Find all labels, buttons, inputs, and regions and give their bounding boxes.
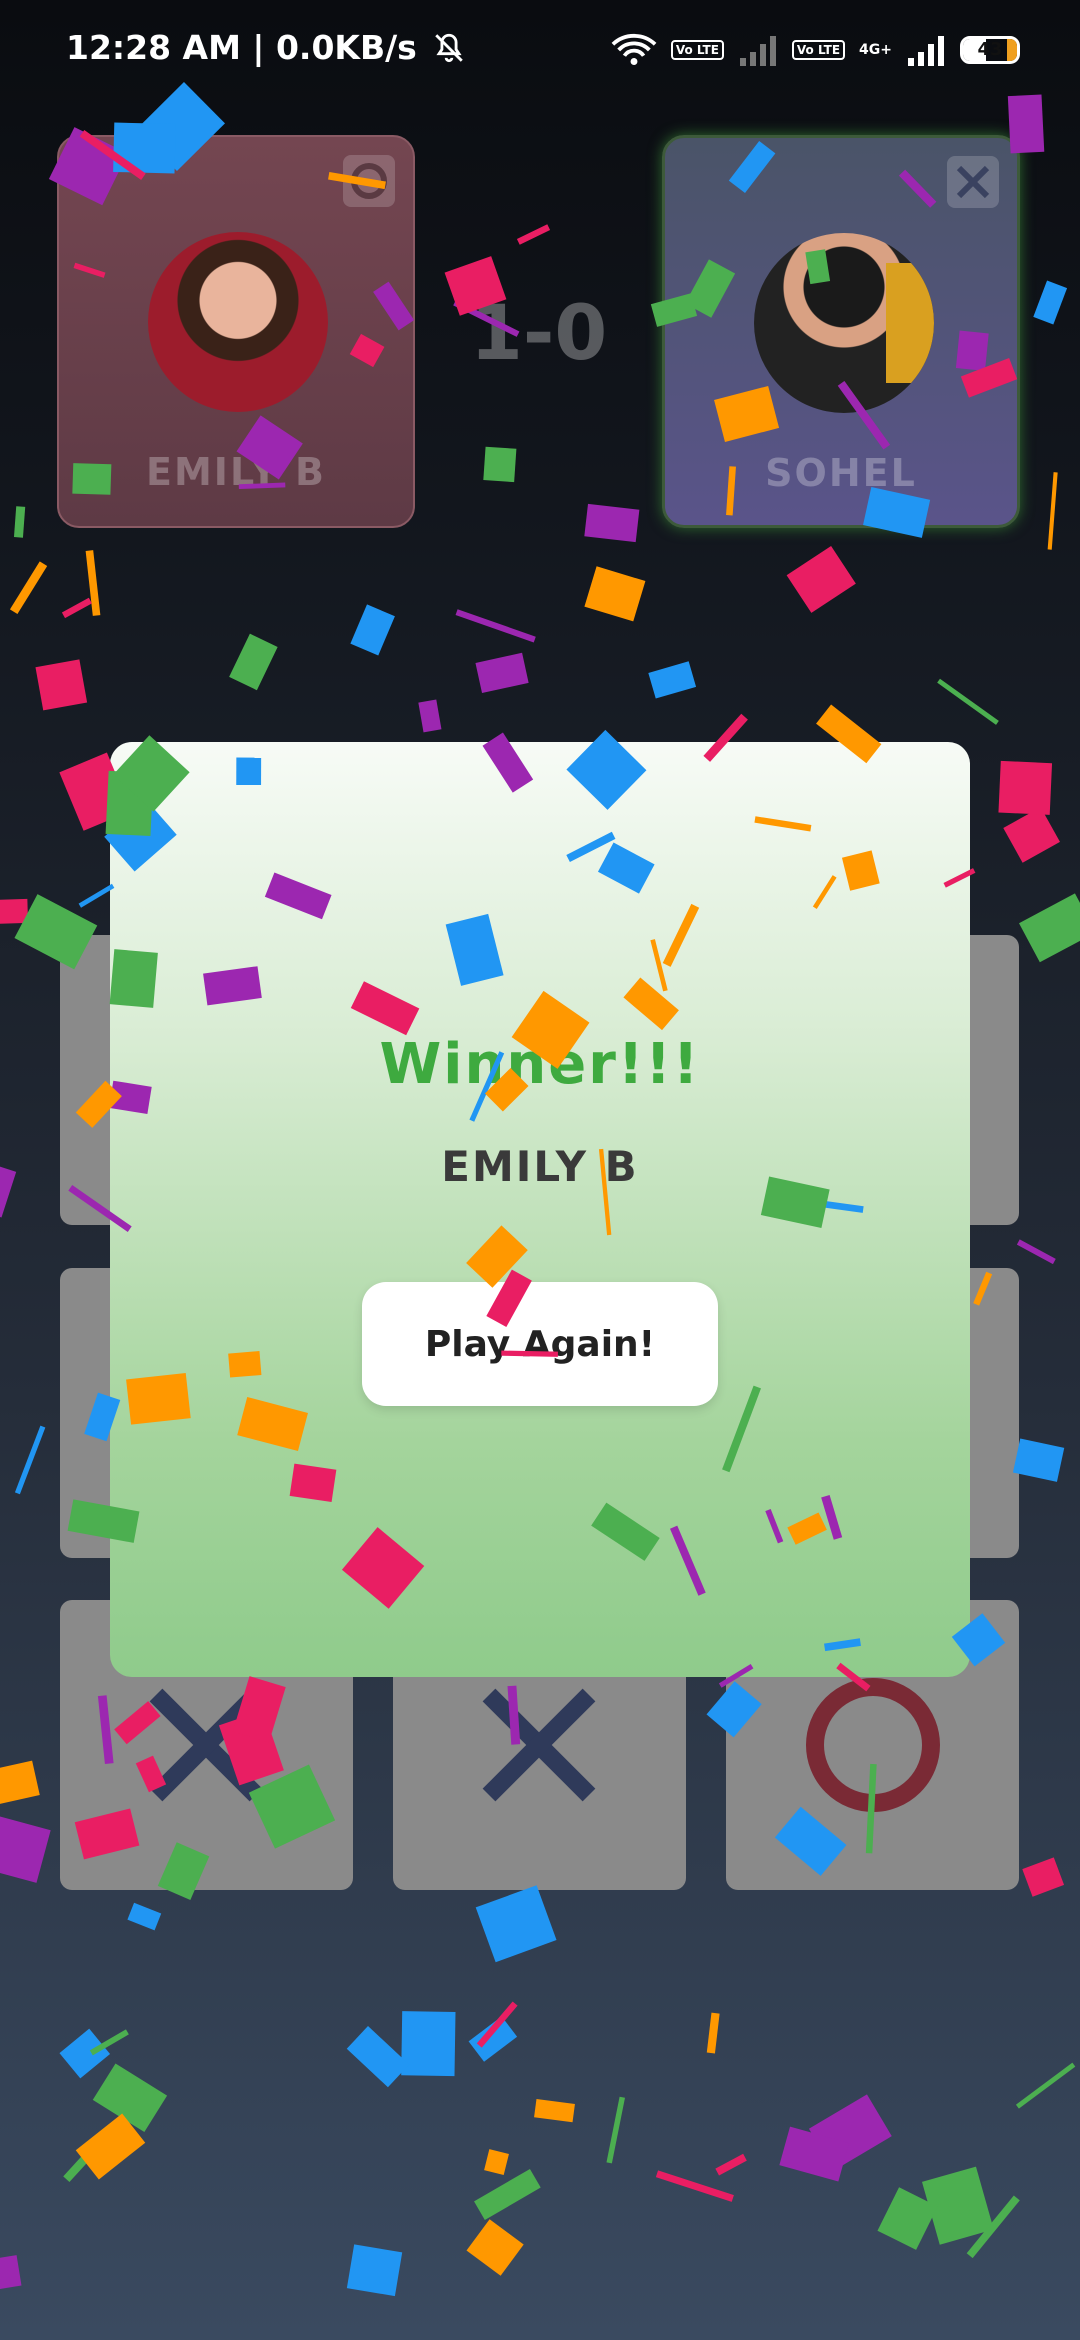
- confetti-piece: [475, 652, 529, 694]
- confetti-piece: [706, 2012, 720, 2054]
- confetti-piece: [648, 661, 697, 699]
- confetti-piece: [1016, 1239, 1056, 1265]
- battery-icon: 43: [960, 36, 1020, 64]
- wifi-icon: [611, 34, 657, 65]
- confetti-piece: [584, 503, 640, 543]
- confetti-piece: [63, 2133, 109, 2182]
- battery-level: 43: [977, 39, 1003, 60]
- confetti-piece: [606, 2096, 625, 2164]
- play-again-button[interactable]: Play Again!: [362, 1282, 718, 1406]
- status-time: 12:28 AM | 0.0KB/s: [66, 28, 466, 67]
- confetti-piece: [1019, 893, 1080, 963]
- status-time-text: 12:28 AM | 0.0KB/s: [66, 28, 417, 67]
- confetti-piece: [484, 2149, 509, 2176]
- confetti-piece: [0, 1760, 40, 1807]
- confetti-piece: [418, 699, 442, 733]
- winner-title: Winner!!!: [379, 1032, 701, 1097]
- confetti-piece: [85, 550, 101, 616]
- confetti-piece: [1047, 472, 1058, 550]
- player-card-2: SOHEL: [662, 135, 1020, 528]
- confetti-piece: [59, 2028, 111, 2079]
- avatar: [148, 232, 328, 412]
- volte-icon: Vo LTE: [670, 40, 724, 60]
- confetti-piece: [1015, 2062, 1076, 2109]
- player-card-1: EMILY B: [57, 135, 415, 528]
- confetti-piece: [0, 2255, 22, 2291]
- confetti-piece: [475, 1885, 557, 1963]
- confetti-piece: [0, 1816, 51, 1883]
- confetti-piece: [127, 1902, 162, 1931]
- avatar: [754, 233, 934, 413]
- confetti-piece: [584, 566, 646, 622]
- status-bar: 12:28 AM | 0.0KB/s Vo LTE Vo LTE 4G+ 43: [0, 0, 1080, 100]
- confetti-piece: [468, 2016, 518, 2062]
- confetti-piece: [808, 2094, 892, 2171]
- confetti-piece: [346, 2244, 403, 2297]
- confetti-piece: [786, 545, 856, 613]
- confetti-piece: [455, 609, 536, 643]
- confetti-piece: [534, 2098, 575, 2123]
- confetti-piece: [0, 1166, 17, 1218]
- confetti-piece: [78, 883, 115, 908]
- confetti-piece: [401, 2011, 456, 2077]
- confetti-piece: [35, 659, 88, 711]
- mute-icon: [435, 33, 464, 63]
- signal-4g-icon: [908, 36, 944, 66]
- confetti-piece: [75, 2113, 146, 2180]
- confetti-piece: [350, 604, 395, 656]
- player-name-2: SOHEL: [765, 451, 917, 495]
- confetti-piece: [966, 2195, 1020, 2259]
- o-mark-icon: [343, 155, 395, 207]
- confetti-piece: [779, 2126, 850, 2182]
- x-mark-icon: [947, 156, 999, 208]
- confetti-piece: [1003, 807, 1060, 863]
- confetti-piece: [229, 633, 278, 691]
- winner-name: EMILY B: [441, 1142, 639, 1191]
- confetti-piece: [13, 506, 26, 538]
- player-name-1: EMILY B: [146, 450, 326, 494]
- signal-icon: [739, 36, 776, 66]
- confetti-piece: [655, 2170, 734, 2202]
- confetti-piece: [516, 224, 551, 245]
- confetti-piece: [474, 2168, 541, 2220]
- confetti-piece: [483, 446, 517, 483]
- confetti-piece: [1022, 1857, 1065, 1897]
- confetti-piece: [89, 2029, 129, 2056]
- winner-dialog: Winner!!! EMILY B Play Again!: [110, 742, 970, 1677]
- confetti-piece: [476, 2001, 518, 2048]
- confetti-piece: [1033, 280, 1068, 325]
- confetti-piece: [466, 2219, 524, 2276]
- score: 1-0: [470, 288, 608, 377]
- confetti-piece: [346, 2026, 410, 2088]
- confetti-piece: [937, 678, 999, 725]
- confetti-piece: [998, 760, 1053, 815]
- volte-icon-2: Vo LTE: [791, 40, 846, 60]
- confetti-piece: [877, 2187, 938, 2250]
- confetti-piece: [92, 2063, 168, 2133]
- confetti-piece: [61, 597, 92, 619]
- confetti-piece: [0, 898, 29, 925]
- network-type: 4G+: [859, 42, 892, 58]
- confetti-piece: [9, 561, 48, 614]
- confetti-piece: [715, 2153, 747, 2176]
- confetti-piece: [921, 2166, 994, 2245]
- confetti-piece: [1012, 1438, 1065, 1482]
- confetti-piece: [14, 1425, 46, 1495]
